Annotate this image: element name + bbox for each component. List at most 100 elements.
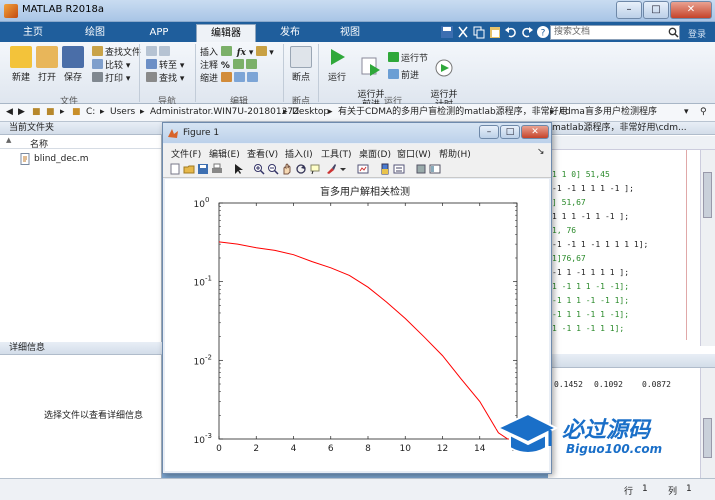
graduation-cap-logo-icon — [495, 412, 558, 454]
up-folder-icon[interactable]: ■ — [32, 104, 41, 121]
pan-hand-icon[interactable] — [281, 163, 293, 175]
file-row[interactable]: blind_dec.m — [0, 152, 161, 166]
editor-scroll-thumb[interactable] — [703, 172, 712, 218]
fx-icon[interactable]: fx — [237, 48, 246, 58]
new-figure-icon[interactable] — [169, 163, 181, 175]
rotate-3d-icon[interactable] — [295, 163, 307, 175]
save-figure-icon[interactable] — [197, 163, 209, 175]
breadcrumb-drive[interactable]: C: — [86, 104, 95, 121]
menu-help[interactable]: 帮助(H) — [439, 147, 471, 160]
menu-tools[interactable]: 工具(T) — [321, 147, 352, 160]
log-line-chart[interactable]: 盲多用户解相关检测 0246810121416 10010-110-210-3 — [165, 179, 549, 471]
zoom-out-icon[interactable] — [267, 163, 279, 175]
open-file-icon[interactable] — [183, 163, 195, 175]
search-input[interactable]: 搜索文档 — [550, 25, 680, 40]
tab-apps[interactable]: APP — [130, 24, 188, 42]
address-dropdown-icon[interactable]: ▾ — [684, 104, 689, 121]
insert-colorbar-icon[interactable] — [379, 163, 391, 175]
tab-publish[interactable]: 发布 — [262, 24, 318, 42]
sign-in-link[interactable]: 登录 — [688, 27, 706, 40]
find-button[interactable]: 查找 ▾ — [146, 72, 184, 85]
redo-icon[interactable] — [520, 25, 534, 39]
tab-view[interactable]: 视图 — [322, 24, 378, 42]
address-search-icon[interactable]: ⚲ — [700, 104, 707, 121]
watermark-url: Biguo100.com — [566, 442, 663, 456]
help-icon[interactable]: ? — [536, 25, 550, 39]
print-button[interactable]: 打印 ▾ — [92, 72, 141, 85]
code-line: -1 -1 1 1 1 -1 ]; — [552, 184, 634, 193]
zoom-in-icon[interactable] — [253, 163, 265, 175]
insert-button[interactable]: 插入 fx ▾ ▾ — [200, 46, 274, 59]
hide-plot-tools-icon[interactable] — [415, 163, 427, 175]
y-tick-label-exponent: 0 — [205, 196, 209, 204]
show-plot-tools-icon[interactable] — [429, 163, 441, 175]
select-arrow-icon[interactable] — [233, 163, 245, 175]
run-section-button[interactable]: 运行节 — [388, 52, 428, 65]
comment-button[interactable]: 注释 % — [200, 59, 274, 72]
minimize-button[interactable]: – — [616, 1, 642, 19]
figure-maximize-button[interactable]: □ — [500, 125, 520, 139]
path-dropdown-icon[interactable]: ▸ — [60, 104, 65, 121]
tab-home[interactable]: 主页 — [8, 24, 58, 42]
run-button[interactable]: 运行 — [320, 46, 354, 83]
back-forward-buttons[interactable] — [146, 46, 184, 59]
app-title: MATLAB R2018a — [22, 4, 105, 15]
compare-button[interactable]: 比较 ▾ — [92, 59, 141, 72]
goto-button[interactable]: 转至 ▾ — [146, 59, 184, 72]
dock-arrow-icon[interactable]: ↘ — [537, 147, 545, 157]
nav-forward-icon[interactable]: ▶ — [18, 104, 25, 121]
plot-area[interactable]: 盲多用户解相关检测 0246810121416 10010-110-210-3 — [165, 179, 549, 471]
tab-editor[interactable]: 编辑器 — [196, 24, 256, 42]
code-line: 1]76,67 — [552, 254, 586, 263]
x-tick-label: 12 — [437, 444, 448, 454]
breakpoints-button[interactable]: 断点 — [284, 46, 318, 83]
code-line: -1 -1 1 -1 1 1 1 1]; — [552, 240, 649, 249]
menu-desktop[interactable]: 桌面(D) — [359, 147, 391, 160]
print-figure-icon[interactable] — [211, 163, 223, 175]
breadcrumb-users[interactable]: Users — [110, 104, 135, 121]
code-line: 1 1 0] 51,45 — [552, 170, 610, 179]
tab-plots[interactable]: 绘图 — [66, 24, 124, 42]
link-plot-icon[interactable] — [357, 163, 369, 175]
insert-legend-icon[interactable] — [393, 163, 405, 175]
editor-scrollbar[interactable] — [700, 150, 715, 346]
paste-icon[interactable] — [488, 25, 502, 39]
save-button[interactable]: 保存 — [56, 46, 90, 83]
editor-tab-title[interactable]: matlab源程序，非常好用\cdm... — [548, 122, 715, 135]
file-column-header[interactable]: ▲ 名称 — [0, 136, 161, 150]
save-quick-icon[interactable] — [440, 25, 454, 39]
browse-folder-icon[interactable]: ■ — [46, 104, 55, 121]
cut-icon[interactable] — [456, 25, 470, 39]
breadcrumb-project[interactable]: 有关于CDMA的多用户盲检测的matlab源程序，非常好用 — [338, 104, 568, 121]
brush-dropdown-icon[interactable] — [339, 163, 347, 175]
menu-view[interactable]: 查看(V) — [247, 147, 278, 160]
menu-insert[interactable]: 插入(I) — [285, 147, 313, 160]
figure-minimize-button[interactable]: – — [479, 125, 499, 139]
figure-close-button[interactable]: ✕ — [521, 125, 549, 139]
menu-file[interactable]: 文件(F) — [171, 147, 201, 160]
menu-window[interactable]: 窗口(W) — [397, 147, 431, 160]
increase-indent-icon — [233, 72, 245, 82]
nav-back-icon[interactable]: ◀ — [6, 104, 13, 121]
menu-edit[interactable]: 编辑(E) — [209, 147, 240, 160]
address-bar[interactable]: ◀ ▶ ■ ■ ▸ ■ C: ▸ Users ▸ Administrator.W… — [0, 104, 715, 122]
uncomment-icon — [232, 59, 244, 69]
copy-icon[interactable] — [472, 25, 486, 39]
find-files-button[interactable]: 查找文件 — [92, 46, 141, 59]
undo-icon[interactable] — [504, 25, 518, 39]
maximize-button[interactable]: □ — [643, 1, 669, 19]
watermark: 必过源码 Biguo100.com — [494, 408, 704, 464]
data-cursor-icon[interactable] — [309, 163, 321, 175]
search-icon[interactable] — [668, 27, 679, 38]
close-button[interactable]: ✕ — [670, 1, 712, 19]
code-line: -1 1 1 -1 -1 1]; — [552, 296, 630, 305]
advance-button[interactable]: 前进 — [388, 69, 428, 82]
breadcrumb-folder[interactable]: cdma盲多用户检测程序 — [560, 104, 657, 121]
figure-title-bar[interactable]: Figure 1 – □ ✕ — [163, 123, 551, 143]
breadcrumb-user[interactable]: Administrator.WIN7U-20180127Z — [150, 104, 299, 121]
indent-button[interactable]: 缩进 — [200, 72, 274, 85]
brush-icon[interactable] — [325, 163, 337, 175]
breadcrumb-desktop[interactable]: Desktop — [292, 104, 329, 121]
find-icon — [146, 72, 157, 82]
command-scroll-thumb[interactable] — [703, 418, 712, 458]
